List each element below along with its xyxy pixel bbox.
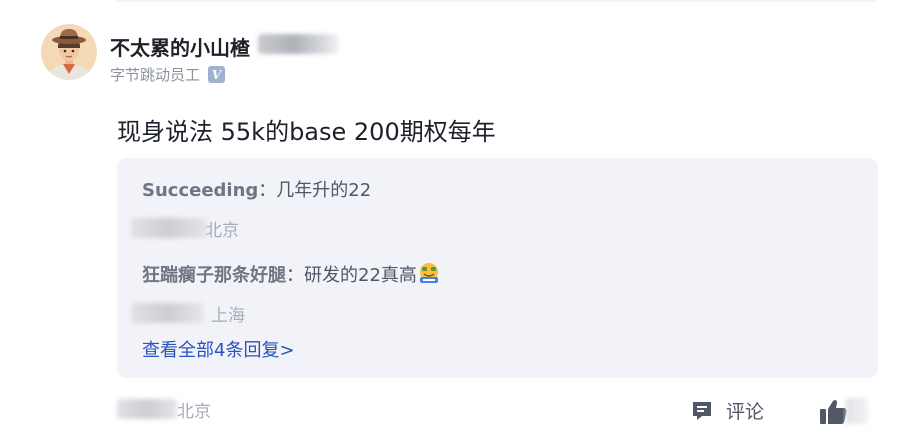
like-button[interactable] bbox=[818, 398, 848, 426]
redacted-like-count-blur bbox=[846, 398, 868, 424]
reply-meta: 北京 bbox=[131, 216, 239, 241]
avatar-illustration bbox=[41, 24, 97, 80]
author-name[interactable]: 不太累的小山楂 bbox=[110, 32, 250, 61]
author-company: 字节跳动员工 V bbox=[110, 64, 226, 85]
comment-button[interactable]: 评论 bbox=[690, 397, 764, 424]
post-meta: 北京 bbox=[117, 396, 211, 422]
reply-item: Succeeding：几年升的22 bbox=[142, 176, 371, 202]
comment-label: 评论 bbox=[726, 401, 765, 423]
thumbs-up-icon bbox=[820, 399, 847, 424]
reply-author[interactable]: 狂踹瘸子那条好腿 bbox=[142, 265, 286, 286]
avatar[interactable] bbox=[41, 24, 97, 80]
comment-icon bbox=[693, 401, 711, 420]
verified-icon: V bbox=[208, 66, 226, 83]
reply-content: 几年升的22 bbox=[276, 180, 372, 201]
divider bbox=[117, 0, 875, 2]
redacted-meta-blur bbox=[131, 218, 207, 238]
reply-separator: ： bbox=[258, 180, 277, 201]
money-face-emoji-icon bbox=[419, 263, 438, 283]
reply-meta: 上海 bbox=[131, 301, 245, 326]
company-label: 字节跳动员工 bbox=[110, 66, 201, 84]
redacted-meta-blur bbox=[117, 399, 177, 419]
reply-separator: ： bbox=[286, 265, 304, 286]
post-content: 现身说法 55k的base 200期权每年 bbox=[117, 118, 496, 146]
replies-panel: Succeeding：几年升的22 北京 狂踹瘸子那条好腿：研发的22真高 上海… bbox=[117, 158, 878, 378]
reply-location: 北京 bbox=[205, 220, 239, 241]
reply-content: 研发的22真高 bbox=[304, 265, 417, 286]
view-all-replies-link[interactable]: 查看全部4条回复> bbox=[142, 336, 295, 362]
post-card: 不太累的小山楂 字节跳动员工 V 现身说法 55k的base 200期权每年 S… bbox=[0, 0, 898, 437]
reply-location: 上海 bbox=[211, 305, 245, 326]
post-location: 北京 bbox=[177, 401, 211, 422]
reply-item: 狂踹瘸子那条好腿：研发的22真高 bbox=[142, 261, 440, 287]
redacted-meta-blur bbox=[131, 303, 203, 323]
reply-author[interactable]: Succeeding bbox=[142, 180, 258, 201]
redacted-name-blur bbox=[258, 34, 338, 54]
